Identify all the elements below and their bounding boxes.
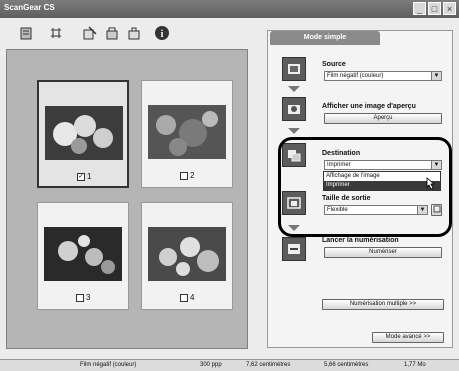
thumbnail-3[interactable]: 3 xyxy=(37,202,129,310)
thumbnail-checkbox[interactable] xyxy=(76,293,84,302)
status-bar: Film négatif (couleur) 300 ppp 7,62 cent… xyxy=(0,359,459,371)
advanced-mode-button[interactable]: Mode avancé >> xyxy=(372,332,444,343)
film-source-icon xyxy=(282,57,306,81)
auto-crop-icon[interactable] xyxy=(80,23,100,43)
maximize-button[interactable]: □ xyxy=(428,2,441,15)
thumbnail-checkbox[interactable]: ✓ xyxy=(77,172,85,181)
title-bar: ScanGear CS _ □ × xyxy=(0,0,459,18)
status-resolution: 300 ppp xyxy=(200,362,222,368)
status-height: 5,66 centimètres xyxy=(324,362,369,368)
scan-label: Lancer la numérisation xyxy=(322,237,399,244)
svg-text:i: i xyxy=(161,29,164,40)
thumbnail-1[interactable]: ✓ 1 xyxy=(37,80,129,188)
minimize-button[interactable]: _ xyxy=(413,2,426,15)
mirror-icon[interactable] xyxy=(102,23,122,43)
thumbnail-2[interactable]: 2 xyxy=(141,80,233,188)
step-arrow-icon xyxy=(288,86,300,92)
thumbnail-checkbox[interactable] xyxy=(180,293,188,302)
info-icon[interactable]: i xyxy=(152,23,172,43)
tab-simple-mode[interactable]: Mode simple xyxy=(270,31,380,45)
close-button[interactable]: × xyxy=(443,2,456,15)
preview-icon xyxy=(282,97,306,121)
thumbnail-pane: ✓ 1 2 3 4 xyxy=(6,49,248,349)
multi-scan-button[interactable]: Numérisation multiple >> xyxy=(322,299,444,310)
status-file-size: 1,77 Mo xyxy=(404,362,426,368)
source-select[interactable]: Film négatif (couleur) ▼ xyxy=(324,71,442,81)
invert-icon[interactable] xyxy=(124,23,144,43)
rotate-icon[interactable] xyxy=(16,23,36,43)
chevron-down-icon[interactable]: ▼ xyxy=(431,72,441,80)
preview-button[interactable]: Aperçu xyxy=(324,113,442,124)
toolbar: i xyxy=(0,18,250,48)
crop-icon[interactable] xyxy=(46,23,66,43)
window-title: ScanGear CS xyxy=(4,3,55,12)
source-label: Source xyxy=(322,61,346,68)
step-arrow-icon xyxy=(288,128,300,134)
callout-highlight xyxy=(278,137,452,237)
preview-label: Afficher une image d'aperçu xyxy=(322,103,416,110)
status-film-type: Film négatif (couleur) xyxy=(80,362,137,368)
thumbnail-4[interactable]: 4 xyxy=(141,202,233,310)
scan-button[interactable]: Numériser xyxy=(324,247,442,258)
scan-icon xyxy=(282,237,306,261)
thumbnail-checkbox[interactable] xyxy=(180,171,188,180)
status-width: 7,62 centimètres xyxy=(246,362,291,368)
